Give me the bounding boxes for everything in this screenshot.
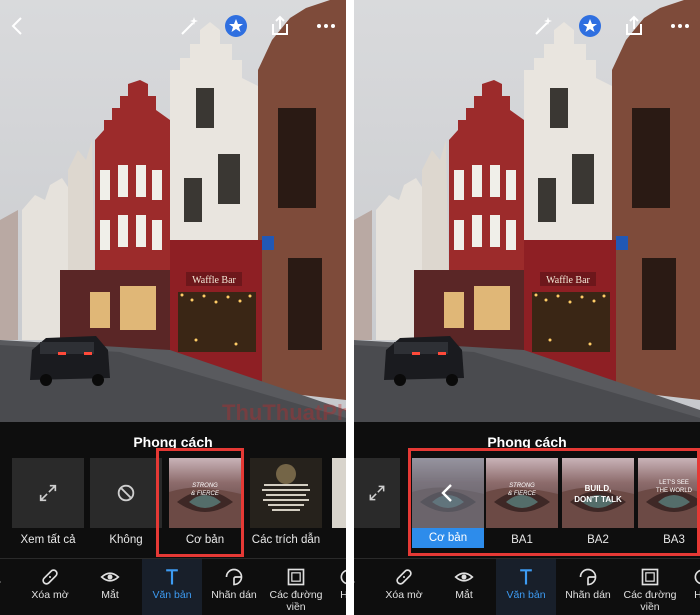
photo-preview — [354, 0, 700, 422]
tool-effect[interactable]: Hiể — [672, 567, 700, 615]
tool-label: Các đường viền — [623, 589, 677, 613]
svg-text:& FIERCE: & FIERCE — [191, 491, 220, 497]
svg-text:DON'T TALK: DON'T TALK — [574, 495, 622, 504]
section-title: Phong cách — [133, 434, 213, 450]
tile-basic[interactable]: STRONG & FIERCE Cơ bản — [169, 458, 241, 548]
bandage-icon — [374, 567, 434, 589]
tool-eyes[interactable]: Mắt — [80, 567, 140, 615]
tile-quotes[interactable]: Các trích dẫn — [250, 458, 322, 548]
premium-star-icon[interactable] — [222, 12, 250, 40]
tool-label: Mắt — [101, 589, 119, 601]
tool-blur[interactable]: Xóa mờ — [374, 567, 434, 615]
tool-border[interactable]: Các đường viền — [620, 567, 680, 615]
bandage-icon — [20, 567, 80, 589]
eye-icon — [434, 567, 494, 589]
magic-wand-icon[interactable] — [176, 12, 204, 40]
expand-icon — [12, 458, 84, 528]
tool-label: Xóa mờ — [385, 589, 423, 601]
expand-icon — [354, 458, 400, 528]
tool-label: nh — [354, 589, 376, 601]
tool-eyes[interactable]: Mắt — [434, 567, 494, 615]
quote-thumbnail — [250, 458, 322, 528]
svg-text:LET'S SEE: LET'S SEE — [659, 480, 689, 486]
tool-label: Văn bản — [152, 589, 192, 601]
tile-view-all[interactable]: Xem tất cả — [12, 458, 84, 548]
border-icon — [266, 567, 326, 589]
tool-label: Văn bản — [506, 589, 546, 601]
tool-sticker[interactable]: Nhãn dán — [558, 567, 618, 615]
tile-view-all[interactable] — [354, 458, 400, 548]
ba2-thumbnail: BUILD, DON'T TALK — [562, 458, 634, 528]
tile-label: Các trích dẫn — [251, 534, 321, 546]
tool-label: Xóa mờ — [31, 589, 69, 601]
style-ba2[interactable]: BUILD, DON'T TALK BA2 — [562, 458, 634, 548]
tool-label: Nhãn dán — [211, 589, 257, 601]
tool-crop[interactable]: nh — [0, 567, 22, 615]
basic-back-chip[interactable]: Cơ bản — [412, 458, 484, 548]
tool-blur[interactable]: Xóa mờ — [20, 567, 80, 615]
ba1-thumbnail: STRONG & FIERCE — [486, 458, 558, 528]
tool-text[interactable]: Văn bản — [142, 567, 202, 615]
screen-right: Phong cách Cơ bản STRONG & FIERCE BA1 BU… — [354, 0, 700, 615]
sticker-icon — [558, 567, 618, 589]
text-icon — [496, 567, 556, 589]
bottom-toolbar: nh Xóa mờ Mắt Văn bản Nhãn dán Các đường… — [354, 558, 700, 615]
crop-icon — [354, 567, 376, 589]
photo-preview — [0, 0, 346, 422]
svg-text:STRONG: STRONG — [192, 483, 218, 489]
text-icon — [142, 567, 202, 589]
premium-star-icon[interactable] — [576, 12, 604, 40]
tool-label: Các đường viền — [269, 589, 323, 613]
crop-icon — [0, 567, 22, 589]
tool-crop[interactable]: nh — [354, 567, 376, 615]
magic-wand-icon[interactable] — [530, 12, 558, 40]
svg-text:& FIERCE: & FIERCE — [508, 491, 537, 497]
tool-text[interactable]: Văn bản — [496, 567, 556, 615]
tool-label: Nhãn dán — [565, 589, 611, 601]
tool-sticker[interactable]: Nhãn dán — [204, 567, 264, 615]
basic-back-thumbnail — [412, 458, 484, 528]
tile-label: BA3 — [663, 534, 685, 546]
share-icon[interactable] — [620, 12, 648, 40]
watermark-text: ThuThuatPhanMem.vn — [222, 400, 346, 425]
sticker-icon — [204, 567, 264, 589]
share-icon[interactable] — [266, 12, 294, 40]
tool-effect[interactable]: Hiể — [318, 567, 346, 615]
tool-label: Mắt — [455, 589, 473, 601]
svg-text:THE WORLD: THE WORLD — [656, 488, 693, 494]
tool-label: Hiể — [694, 589, 700, 601]
tile-none[interactable]: Không — [90, 458, 162, 548]
more-options-icon[interactable] — [666, 12, 694, 40]
style-ba1[interactable]: STRONG & FIERCE BA1 — [486, 458, 558, 548]
no-style-icon — [90, 458, 162, 528]
screen-left: ThuThuatPhanMem.vn Phong cách Xem tất cả… — [0, 0, 346, 615]
eye-icon — [80, 567, 140, 589]
bottom-toolbar: nh Xóa mờ Mắt Văn bản Nhãn dán Các đường… — [0, 558, 346, 615]
svg-text:STRONG: STRONG — [509, 483, 535, 489]
basic-thumbnail: STRONG & FIERCE — [169, 458, 241, 528]
more-options-icon[interactable] — [312, 12, 340, 40]
svg-text:BUILD,: BUILD, — [585, 484, 612, 493]
effect-icon — [318, 567, 346, 589]
effect-icon — [672, 567, 700, 589]
ba3-thumbnail: LET'S SEE THE WORLD — [638, 458, 700, 528]
tile-partial[interactable] — [332, 458, 346, 548]
border-icon — [620, 567, 680, 589]
tool-label: nh — [0, 589, 22, 601]
partial-thumbnail — [332, 458, 346, 528]
style-ba3[interactable]: LET'S SEE THE WORLD BA3 — [638, 458, 700, 548]
tool-border[interactable]: Các đường viền — [266, 567, 326, 615]
basic-chip-label: Cơ bản — [412, 528, 484, 548]
tile-label: Cơ bản — [185, 534, 225, 546]
tool-label: Hiể — [340, 589, 346, 601]
back-icon[interactable] — [4, 12, 32, 40]
section-title: Phong cách — [487, 434, 567, 450]
